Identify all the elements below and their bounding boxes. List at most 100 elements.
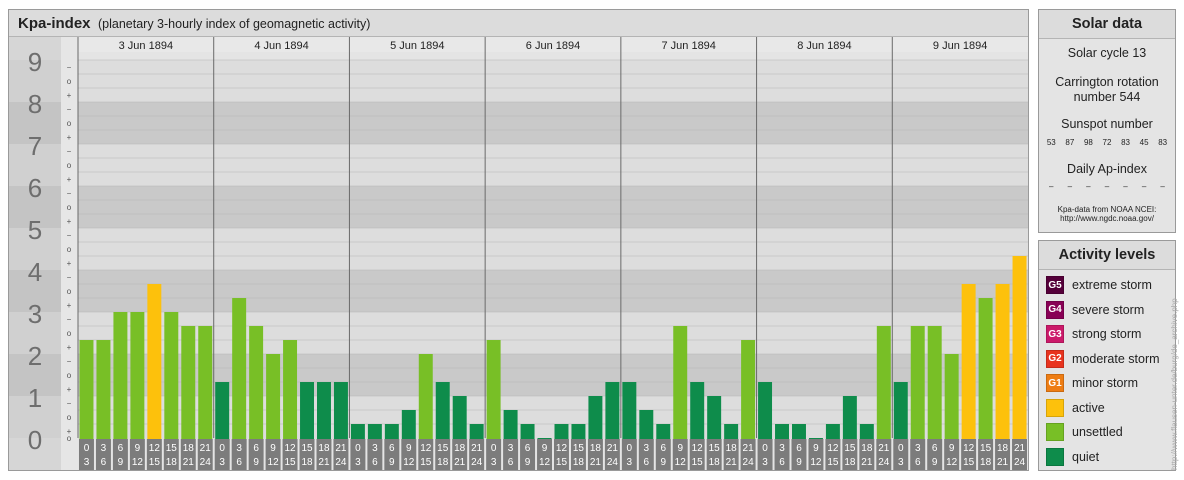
- legend-swatch: G3: [1046, 325, 1064, 343]
- hour-start-label: 6: [118, 443, 124, 454]
- hour-end-label: 9: [932, 457, 938, 468]
- day-label: 7 Jun 1894: [661, 40, 715, 52]
- hour-start-label: 3: [915, 443, 921, 454]
- ap-value: –: [1067, 182, 1073, 191]
- hour-start-label: 6: [796, 443, 802, 454]
- sub-tick-label: −: [67, 63, 72, 72]
- hour-end-label: 12: [132, 457, 144, 468]
- hour-start-label: 18: [726, 443, 738, 454]
- hour-end-label: 6: [372, 457, 378, 468]
- hour-end-label: 21: [454, 457, 466, 468]
- band-6: [78, 144, 1028, 186]
- y-tick-label: 8: [28, 89, 42, 119]
- kp-bar: [910, 325, 925, 439]
- hour-end-label: 3: [219, 457, 225, 468]
- kp-bar: [333, 382, 348, 439]
- hour-end-label: 9: [796, 457, 802, 468]
- hour-start-label: 12: [149, 443, 161, 454]
- hour-start-label: 3: [508, 443, 514, 454]
- hour-start-label: 12: [420, 443, 432, 454]
- hour-end-label: 6: [644, 457, 650, 468]
- band-5: [78, 186, 1028, 228]
- sub-tick-label: −: [67, 147, 72, 156]
- sub-tick-label: o: [67, 371, 72, 380]
- legend-label: unsettled: [1072, 425, 1123, 439]
- sub-tick-label: o: [67, 287, 72, 296]
- hour-end-label: 3: [627, 457, 633, 468]
- kp-bar: [181, 325, 196, 439]
- kp-bar: [452, 396, 467, 439]
- hour-end-label: 6: [508, 457, 514, 468]
- sunspot-value: 83: [1158, 138, 1168, 147]
- chart-subtitle: (planetary 3-hourly index of geomagnetic…: [98, 17, 371, 31]
- y-tick-label: 7: [28, 131, 42, 161]
- legend-item: G5 extreme storm: [1046, 275, 1152, 295]
- kp-bar: [690, 382, 705, 439]
- kp-bar: [571, 424, 586, 439]
- kp-bar: [537, 438, 552, 440]
- kp-bar: [859, 424, 874, 439]
- chart-title: Kpa-index: [18, 15, 91, 32]
- ap-value: –: [1049, 182, 1054, 191]
- hour-end-label: 24: [878, 457, 890, 468]
- sub-tick-label: o: [67, 203, 72, 212]
- hour-end-label: 24: [743, 457, 755, 468]
- hour-end-label: 18: [573, 457, 585, 468]
- sunspot-values: 53 87 98 72 83 45 83: [1039, 138, 1175, 147]
- source-label: Kpa-data from NOAA NCEI:: [1057, 205, 1157, 214]
- hour-start-label: 6: [932, 443, 938, 454]
- hour-end-label: 21: [997, 457, 1009, 468]
- hour-end-label: 21: [590, 457, 602, 468]
- legend-item: unsettled: [1046, 422, 1123, 442]
- ap-value: –: [1141, 182, 1147, 191]
- hour-end-label: 18: [709, 457, 721, 468]
- sub-tick-label: −: [67, 273, 72, 282]
- sub-tick-label: o: [67, 161, 72, 170]
- kp-bar: [283, 340, 298, 439]
- day-label: 9 Jun 1894: [933, 40, 987, 52]
- kp-bar: [792, 424, 806, 439]
- hour-start-label: 3: [372, 443, 378, 454]
- kp-bar: [96, 340, 111, 439]
- kp-bar: [130, 312, 145, 439]
- hour-start-label: 9: [406, 443, 412, 454]
- legend-swatch: [1046, 447, 1064, 466]
- hour-start-label: 0: [627, 443, 633, 454]
- hour-start-label: 0: [355, 443, 361, 454]
- hour-end-label: 3: [355, 457, 361, 468]
- solar-data-heading: Solar data: [1039, 10, 1175, 39]
- hour-end-label: 24: [471, 457, 483, 468]
- sub-tick-label: o: [67, 329, 72, 338]
- hour-end-label: 9: [525, 457, 531, 468]
- kp-bar: [147, 283, 162, 439]
- hour-start-label: 18: [861, 443, 873, 454]
- hour-end-label: 15: [420, 457, 432, 468]
- sub-tick-label: −: [67, 105, 72, 114]
- hour-end-label: 24: [607, 457, 619, 468]
- kp-bar: [435, 382, 450, 439]
- kp-bar: [164, 312, 179, 439]
- ap-value: –: [1086, 182, 1091, 191]
- kp-bar: [588, 396, 603, 439]
- kp-bar: [707, 396, 722, 439]
- hour-start-label: 6: [253, 443, 259, 454]
- legend-label: severe storm: [1072, 302, 1145, 317]
- kp-bar: [554, 424, 569, 439]
- hour-end-label: 12: [675, 457, 687, 468]
- hour-start-label: 12: [556, 443, 568, 454]
- hour-start-label: 12: [284, 443, 296, 454]
- legend-swatch: G2: [1046, 349, 1064, 368]
- hour-start-label: 18: [318, 443, 330, 454]
- kp-bar: [995, 283, 1010, 439]
- hour-end-label: 15: [149, 457, 161, 468]
- hour-start-label: 15: [166, 443, 178, 454]
- hour-end-label: 6: [236, 457, 242, 468]
- hour-start-label: 3: [101, 443, 107, 454]
- legend-label: quiet: [1072, 449, 1100, 464]
- hour-end-label: 24: [335, 457, 347, 468]
- day-label: 3 Jun 1894: [119, 40, 173, 52]
- legend-label: active: [1072, 400, 1105, 415]
- sub-tick-label: o: [67, 119, 72, 128]
- hour-end-label: 6: [779, 457, 785, 468]
- hour-end-label: 3: [898, 457, 904, 468]
